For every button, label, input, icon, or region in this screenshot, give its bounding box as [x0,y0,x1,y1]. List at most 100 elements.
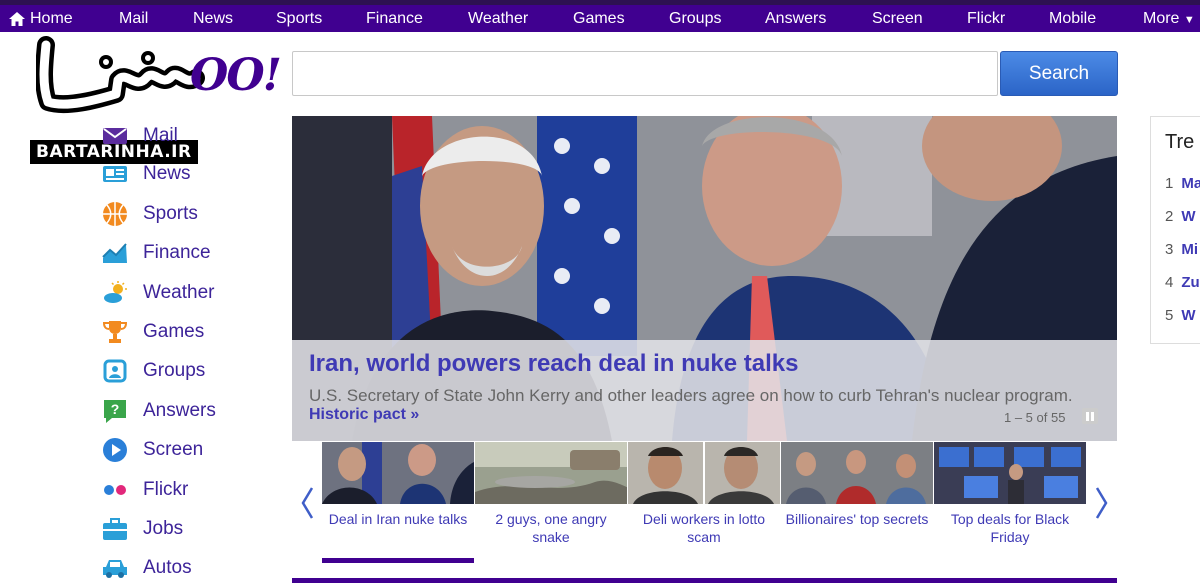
thumbnail-label: Billionaires' top secrets [785,511,929,527]
nav-label: Home [30,10,73,27]
trending-row[interactable]: 1 Ma [1165,175,1200,192]
nav-item-sports[interactable]: Sports [276,10,322,28]
sidebar-item-answers[interactable]: ? Answers [100,397,216,425]
trending-row[interactable]: 3 Mi [1165,241,1198,258]
thumbnail-label: Top deals for Black Friday [950,511,1070,545]
nav-item-home[interactable]: Home [8,10,73,28]
nav-item-games[interactable]: Games [573,10,625,28]
trending-link[interactable]: Zu [1181,274,1199,291]
sidebar-item-label: Mail [143,125,178,146]
brand-logo-text: OO! [190,50,282,101]
sidebar-item-label: Weather [143,282,215,303]
sidebar-item-label: Screen [143,439,204,460]
sidebar-item-mail[interactable]: Mail [100,122,178,150]
hero-link[interactable]: Historic pact » [309,406,419,424]
trending-panel: Tre 1 Ma 2 W 3 Mi 4 Zu 5 W [1150,116,1200,344]
thumbnail-image [934,442,1086,504]
thumbnail-item[interactable]: 2 guys, one angry snake [475,441,627,565]
sidebar-item-finance[interactable]: Finance [100,239,211,267]
sidebar-item-label: Finance [143,242,211,263]
sidebar-item-screen[interactable]: Screen [100,436,203,464]
flickr-icon [100,477,130,503]
sidebar-item-weather[interactable]: Weather [100,279,214,307]
trending-rank: 3 [1165,241,1174,258]
trending-rank: 1 [1165,175,1174,192]
trending-link[interactable]: Mi [1181,241,1198,258]
trending-rank: 2 [1165,208,1174,225]
thumbnail-label: Deli workers in lotto scam [642,511,766,545]
section-divider [292,578,1117,583]
trending-link[interactable]: Ma [1181,175,1200,192]
groups-icon [100,358,130,384]
thumbnail-item[interactable]: Deal in Iran nuke talks [322,441,474,565]
nav-item-groups[interactable]: Groups [669,10,721,28]
trending-row[interactable]: 4 Zu [1165,274,1200,291]
slide-counter: 1 – 5 of 55 [1004,410,1066,425]
sidebar-item-flickr[interactable]: Flickr [100,476,188,504]
thumbnail-label: 2 guys, one angry snake [495,511,607,545]
trending-row[interactable]: 2 W [1165,208,1196,225]
home-icon [8,11,26,27]
thumbnail-image [628,442,780,504]
nav-item-flickr[interactable]: Flickr [967,10,1005,28]
mail-icon [100,123,130,149]
hero-caption: Iran, world powers reach deal in nuke ta… [292,340,1117,441]
nav-item-mail[interactable]: Mail [119,10,148,28]
thumbnail-item[interactable]: Deli workers in lotto scam [628,441,780,565]
chevron-down-icon: ▼ [1183,14,1195,26]
chevron-left-icon [301,487,314,519]
trending-row[interactable]: 5 W [1165,307,1196,324]
search-input[interactable] [292,51,998,96]
sidebar-item-label: News [143,163,191,184]
sidebar-item-sports[interactable]: Sports [100,200,198,228]
nav-item-finance[interactable]: Finance [366,10,423,28]
sidebar-item-jobs[interactable]: Jobs [100,515,183,543]
sidebar-item-label: Flickr [143,479,189,500]
sidebar-item-games[interactable]: Games [100,318,204,346]
sidebar-item-label: Autos [143,557,192,578]
thumbnail-strip: Deal in Iran nuke talks 2 guys, one angr… [292,441,1117,565]
nav-item-news[interactable]: News [193,10,233,28]
thumbnail-image [781,442,933,504]
trending-title: Tre [1165,131,1195,153]
sidebar-item-label: Sports [143,203,198,224]
hero-story[interactable]: Iran, world powers reach deal in nuke ta… [292,116,1117,441]
finance-icon [100,240,130,266]
play-icon [100,437,130,463]
trending-link[interactable]: W [1181,307,1195,324]
sidebar-item-news[interactable]: News [100,160,191,188]
news-icon [100,161,130,187]
thumbnail-item[interactable]: Billionaires' top secrets [781,441,933,565]
sidebar-item-groups[interactable]: Groups [100,357,205,385]
hero-title[interactable]: Iran, world powers reach deal in nuke ta… [309,350,799,378]
weather-icon [100,280,130,306]
trophy-icon [100,319,130,345]
trending-rank: 5 [1165,307,1174,324]
thumbnail-label: Deal in Iran nuke talks [328,511,468,527]
nav-item-answers[interactable]: Answers [765,10,826,28]
sidebar-item-label: Games [143,321,205,342]
chevron-right-icon [1095,487,1108,519]
thumbnail-item[interactable]: Top deals for Black Friday [934,441,1086,565]
next-arrow[interactable] [1087,441,1117,565]
sports-icon [100,201,130,227]
nav-item-weather[interactable]: Weather [468,10,528,28]
watermark-logo [36,36,205,114]
briefcase-icon [100,516,130,542]
prev-arrow[interactable] [292,441,322,565]
trending-link[interactable]: W [1181,208,1195,225]
nav-item-mobile[interactable]: Mobile [1049,10,1096,28]
svg-text:?: ? [111,401,120,417]
trending-rank: 4 [1165,274,1174,291]
nav-item-more[interactable]: More ▼ [1143,10,1195,28]
search-button[interactable]: Search [1000,51,1118,96]
pause-button[interactable] [1082,408,1098,424]
sidebar-item-label: Answers [143,400,216,421]
sidebar-item-autos[interactable]: Autos [100,554,192,582]
sidebar-item-label: Groups [143,360,206,381]
hero-description: U.S. Secretary of State John Kerry and o… [309,386,1073,405]
active-indicator [322,558,474,563]
nav-item-screen[interactable]: Screen [872,10,923,28]
top-nav: Home Mail News Sports Finance Weather Ga… [0,5,1200,32]
thumbnail-image [475,442,627,504]
